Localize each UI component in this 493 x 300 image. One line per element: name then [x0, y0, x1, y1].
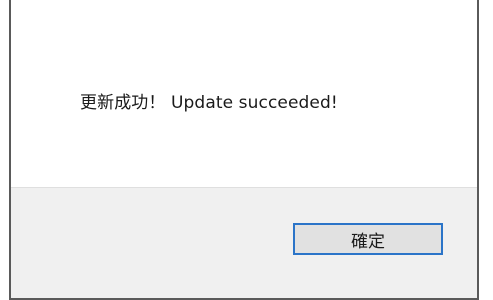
- message-dialog: 更新成功！ Update succeeded! 確定: [9, 0, 479, 300]
- ok-button-label: 確定: [351, 231, 385, 252]
- dialog-button-bar: 確定: [11, 187, 477, 298]
- dialog-message: 更新成功！ Update succeeded!: [80, 93, 338, 113]
- dialog-content: 更新成功！ Update succeeded!: [11, 0, 477, 187]
- ok-button[interactable]: 確定: [293, 223, 443, 255]
